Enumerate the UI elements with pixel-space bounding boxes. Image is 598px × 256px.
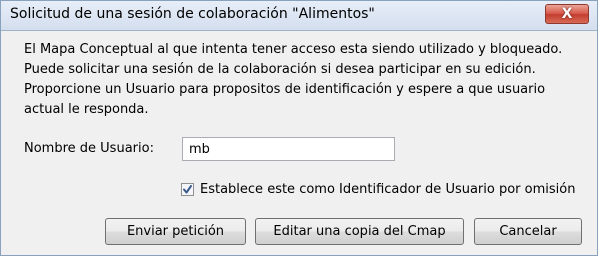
cancel-button[interactable]: Cancelar [474,218,582,245]
collaboration-request-dialog: Solicitud de una sesión de colaboración … [0,0,598,256]
close-button[interactable]: X [545,4,589,24]
close-icon: X [561,6,573,22]
dialog-body: El Mapa Conceptual al que intenta tener … [1,31,597,255]
username-input[interactable] [182,137,395,161]
username-label: Nombre de Usuario: [24,141,154,156]
message-line: actual le responda. [24,102,149,117]
default-id-label[interactable]: Establece este como Identificador de Usu… [200,182,575,197]
checkmark-icon [183,184,192,193]
default-id-checkbox[interactable] [181,182,194,196]
message-line: Puede solicitar una sesión de la colabor… [24,62,536,77]
default-id-option: Establece este como Identificador de Usu… [181,180,575,198]
message-line: El Mapa Conceptual al que intenta tener … [24,42,563,57]
message-line: Proporcione un Usuario para propositos d… [24,82,546,97]
title-bar[interactable]: Solicitud de una sesión de colaboración … [1,1,597,31]
send-request-button[interactable]: Enviar petición [105,218,246,245]
dialog-title: Solicitud de una sesión de colaboración … [10,6,375,22]
edit-copy-button[interactable]: Editar una copia del Cmap [255,218,464,245]
dialog-message: El Mapa Conceptual al que intenta tener … [24,40,584,120]
